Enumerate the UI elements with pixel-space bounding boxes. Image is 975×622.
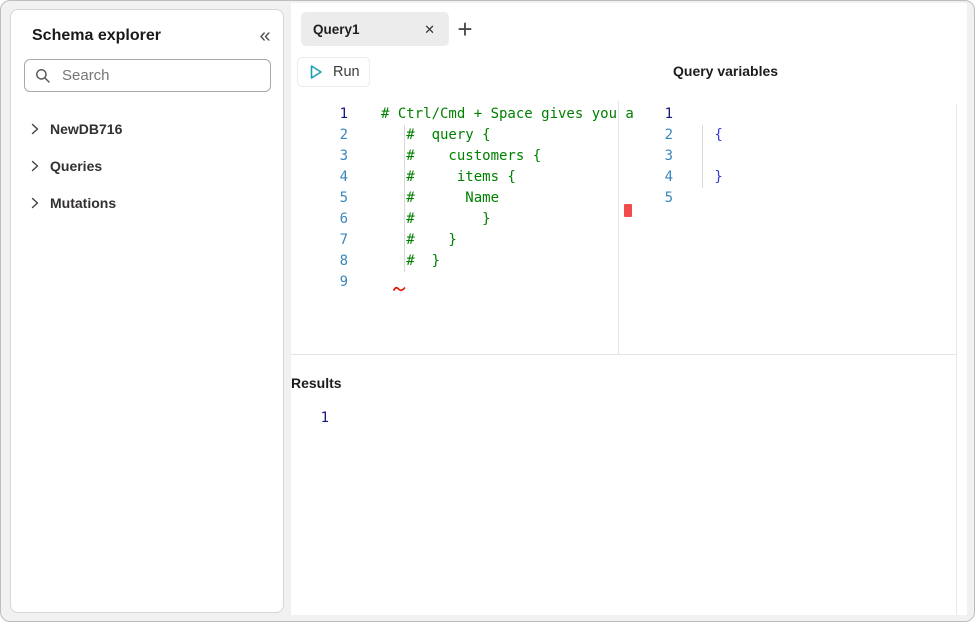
tab-query1[interactable]: Query1 ✕	[301, 12, 449, 46]
chevron-right-icon	[31, 160, 39, 172]
line-number: 7	[301, 230, 348, 251]
close-icon: ✕	[424, 22, 435, 37]
line-number: 5	[636, 188, 673, 209]
schema-explorer-sidebar: Schema explorer « NewDB716 Queries	[10, 9, 284, 613]
line-number: 5	[301, 188, 348, 209]
line-number: 6	[301, 209, 348, 230]
editor-splitter[interactable]	[618, 101, 619, 355]
line-number: 3	[301, 146, 348, 167]
line-number: 8	[301, 251, 348, 272]
tab-label: Query1	[313, 22, 360, 37]
graphql-playground-window: Schema explorer « NewDB716 Queries	[0, 0, 975, 622]
tree-item-label: Queries	[50, 158, 102, 174]
editor-right-border	[956, 104, 957, 615]
run-button-label: Run	[333, 64, 360, 80]
line-number: 4	[636, 167, 673, 188]
collapse-sidebar-button[interactable]: «	[250, 22, 280, 50]
tree-item-label: Mutations	[50, 195, 116, 211]
results-editor[interactable]: 1	[286, 408, 329, 450]
results-title: Results	[291, 375, 342, 391]
search-icon	[35, 68, 51, 84]
line-number: 1	[286, 408, 329, 429]
code-line: # items {	[381, 167, 516, 188]
query-variables-title: Query variables	[673, 63, 778, 79]
chevron-right-icon	[31, 197, 39, 209]
code-line: # }	[381, 230, 457, 251]
sidebar-item-newdb716[interactable]: NewDB716	[27, 117, 126, 140]
chevron-double-left-icon: «	[259, 25, 270, 48]
schema-explorer-title: Schema explorer	[32, 27, 161, 45]
close-tab-button[interactable]: ✕	[424, 23, 435, 36]
code-line: # query {	[381, 125, 491, 146]
code-line: }	[706, 167, 723, 188]
indent-guide	[404, 125, 405, 272]
line-number: 9	[301, 272, 348, 293]
line-number: 3	[636, 146, 673, 167]
line-number: 1	[301, 104, 348, 125]
search-box[interactable]	[24, 59, 271, 92]
code-line: # }	[381, 209, 491, 230]
code-line: # Ctrl/Cmd + Space gives you a	[381, 104, 634, 125]
query-variables-editor[interactable]: 1 2 3 4 5 { }	[636, 104, 956, 354]
run-button[interactable]: Run	[297, 57, 370, 87]
overview-ruler-error-marker	[624, 204, 632, 217]
line-number: 4	[301, 167, 348, 188]
code-line: {	[706, 125, 723, 146]
play-icon	[310, 64, 323, 80]
code-line: # }	[381, 251, 440, 272]
line-number: 1	[636, 104, 673, 125]
error-squiggle	[393, 285, 406, 292]
query-editor[interactable]: 1 2 3 4 5 6 7 8 9 # Ctrl/Cmd + Space giv…	[301, 104, 634, 354]
plus-icon: +	[457, 16, 472, 42]
sidebar-item-mutations[interactable]: Mutations	[27, 191, 120, 214]
sidebar-item-queries[interactable]: Queries	[27, 154, 106, 177]
line-number: 2	[636, 125, 673, 146]
line-number: 2	[301, 125, 348, 146]
chevron-right-icon	[31, 123, 39, 135]
code-line: # customers {	[381, 146, 541, 167]
indent-guide	[702, 125, 703, 188]
add-tab-button[interactable]: +	[452, 15, 478, 43]
tree-item-label: NewDB716	[50, 121, 122, 137]
search-input[interactable]	[60, 66, 260, 85]
results-splitter[interactable]	[291, 354, 957, 355]
code-line: # Name	[381, 188, 499, 209]
